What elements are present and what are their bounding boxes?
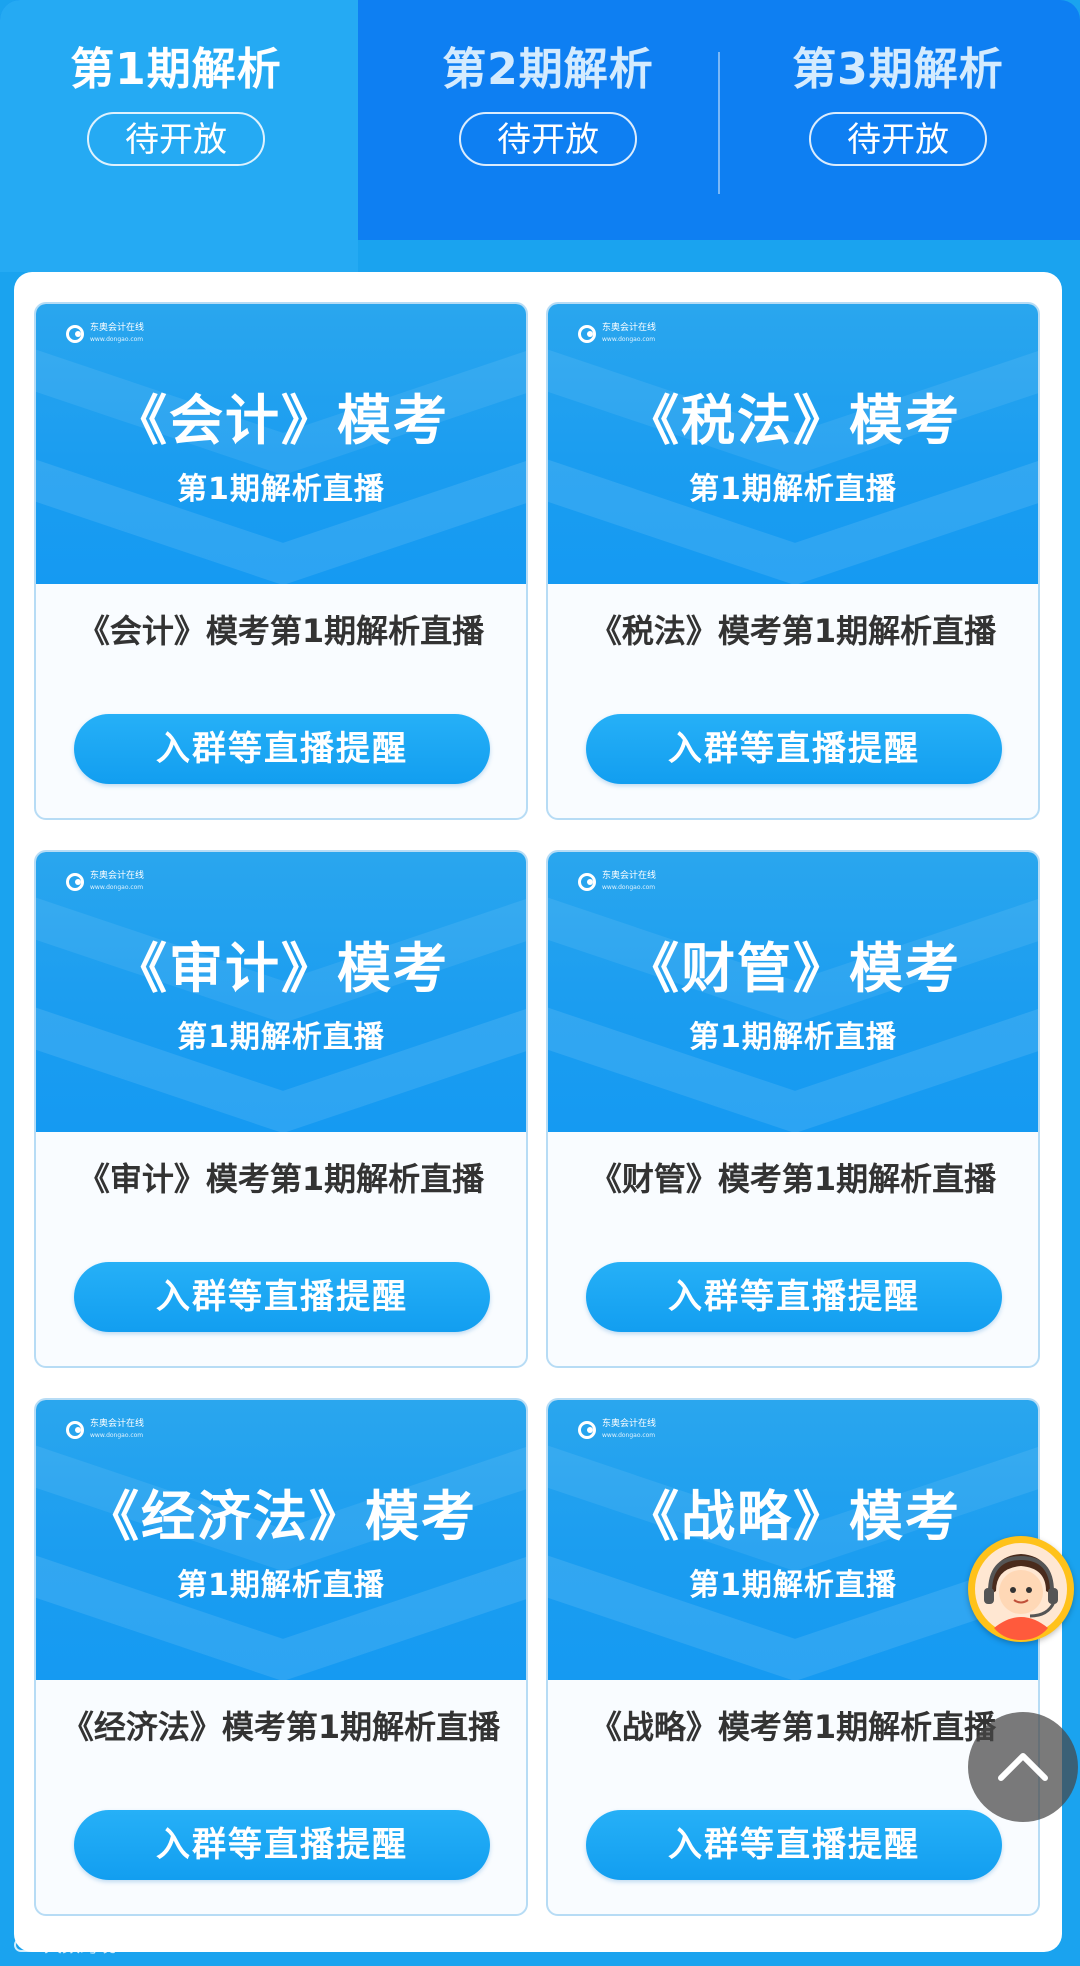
course-title: 《战略》模考第1期解析直播 — [589, 1708, 997, 1746]
page-frame: 第1期解析 待开放 第2期解析 待开放 第3期解析 待开放 东奥会计在线 www.… — [0, 0, 1080, 1966]
course-banner[interactable]: 东奥会计在线 www.dongao.com 《经济法》模考 第1期解析直播 — [36, 1400, 526, 1680]
brand-logo: 东奥会计在线 www.dongao.com — [66, 1418, 144, 1442]
join-group-button[interactable]: 入群等直播提醒 — [586, 1810, 1002, 1880]
tab-period-2[interactable]: 第2期解析 待开放 — [378, 40, 718, 190]
brand-logo: 东奥会计在线 www.dongao.com — [66, 322, 144, 346]
course-title: 《税法》模考第1期解析直播 — [589, 612, 997, 650]
join-group-button[interactable]: 入群等直播提醒 — [74, 1810, 490, 1880]
banner-subtitle: 第1期解析直播 — [177, 1020, 385, 1055]
banner-subtitle: 第1期解析直播 — [177, 472, 385, 507]
logo-url: www.dongao.com — [90, 1432, 144, 1439]
course-title: 《会计》模考第1期解析直播 — [77, 612, 485, 650]
logo-url: www.dongao.com — [90, 336, 144, 343]
customer-service-icon — [975, 1543, 1067, 1640]
banner-title: 《税法》模考 — [625, 389, 961, 452]
logo-name: 东奥会计在线 — [90, 1419, 145, 1429]
back-to-top-button[interactable] — [968, 1712, 1078, 1822]
brand-logo: 东奥会计在线 www.dongao.com — [578, 322, 656, 346]
customer-service-button[interactable] — [968, 1536, 1074, 1642]
brand-logo: 东奥会计在线 www.dongao.com — [578, 870, 656, 894]
course-banner[interactable]: 东奥会计在线 www.dongao.com 《税法》模考 第1期解析直播 — [548, 304, 1038, 584]
watermark-text: 大数跨境 — [44, 1936, 116, 1957]
logo-icon — [578, 873, 596, 891]
logo-name: 东奥会计在线 — [602, 871, 657, 881]
banner-title: 《战略》模考 — [625, 1485, 961, 1548]
course-card[interactable]: 东奥会计在线 www.dongao.com 《审计》模考 第1期解析直播 《审计》… — [34, 850, 528, 1368]
banner-title: 《会计》模考 — [113, 389, 449, 452]
brand-logo: 东奥会计在线 www.dongao.com — [578, 1418, 656, 1442]
logo-icon — [578, 1421, 596, 1439]
logo-name: 东奥会计在线 — [602, 1419, 657, 1429]
tab-period-1[interactable]: 第1期解析 待开放 — [6, 40, 346, 190]
course-banner[interactable]: 东奥会计在线 www.dongao.com 《战略》模考 第1期解析直播 — [548, 1400, 1038, 1680]
join-group-button[interactable]: 入群等直播提醒 — [74, 714, 490, 784]
watermark-icon — [14, 1938, 38, 1952]
course-title: 《经济法》模考第1期解析直播 — [61, 1708, 501, 1746]
banner-subtitle: 第1期解析直播 — [689, 1568, 897, 1603]
logo-name: 东奥会计在线 — [90, 871, 145, 881]
banner-subtitle: 第1期解析直播 — [689, 472, 897, 507]
course-panel: 东奥会计在线 www.dongao.com 《会计》模考 第1期解析直播 《会计》… — [14, 272, 1062, 1952]
tab-divider — [718, 52, 720, 194]
banner-title: 《财管》模考 — [625, 937, 961, 1000]
course-title: 《审计》模考第1期解析直播 — [77, 1160, 485, 1198]
course-card[interactable]: 东奥会计在线 www.dongao.com 《税法》模考 第1期解析直播 《税法》… — [546, 302, 1040, 820]
tab-status-badge: 待开放 — [87, 112, 265, 166]
course-card[interactable]: 东奥会计在线 www.dongao.com 《财管》模考 第1期解析直播 《财管》… — [546, 850, 1040, 1368]
banner-title: 《经济法》模考 — [85, 1485, 477, 1548]
chevron-up-icon — [998, 1753, 1048, 1781]
banner-title: 《审计》模考 — [113, 937, 449, 1000]
tab-title: 第1期解析 — [70, 44, 282, 95]
tab-period-3[interactable]: 第3期解析 待开放 — [728, 40, 1068, 190]
logo-url: www.dongao.com — [602, 884, 656, 891]
logo-url: www.dongao.com — [602, 336, 656, 343]
watermark: 大数跨境 — [14, 1932, 116, 1958]
tab-title: 第3期解析 — [792, 44, 1004, 95]
course-card[interactable]: 东奥会计在线 www.dongao.com 《经济法》模考 第1期解析直播 《经济… — [34, 1398, 528, 1916]
course-banner[interactable]: 东奥会计在线 www.dongao.com 《审计》模考 第1期解析直播 — [36, 852, 526, 1132]
tab-status-badge: 待开放 — [459, 112, 637, 166]
banner-subtitle: 第1期解析直播 — [689, 1020, 897, 1055]
logo-url: www.dongao.com — [90, 884, 144, 891]
join-group-button[interactable]: 入群等直播提醒 — [586, 714, 1002, 784]
course-card[interactable]: 东奥会计在线 www.dongao.com 《战略》模考 第1期解析直播 《战略》… — [546, 1398, 1040, 1916]
course-title: 《财管》模考第1期解析直播 — [589, 1160, 997, 1198]
logo-name: 东奥会计在线 — [90, 323, 145, 333]
logo-icon — [66, 873, 84, 891]
course-card[interactable]: 东奥会计在线 www.dongao.com 《会计》模考 第1期解析直播 《会计》… — [34, 302, 528, 820]
brand-logo: 东奥会计在线 www.dongao.com — [66, 870, 144, 894]
banner-subtitle: 第1期解析直播 — [177, 1568, 385, 1603]
logo-url: www.dongao.com — [602, 1432, 656, 1439]
logo-icon — [578, 325, 596, 343]
logo-icon — [66, 325, 84, 343]
tab-title: 第2期解析 — [442, 44, 654, 95]
course-banner[interactable]: 东奥会计在线 www.dongao.com 《财管》模考 第1期解析直播 — [548, 852, 1038, 1132]
join-group-button[interactable]: 入群等直播提醒 — [586, 1262, 1002, 1332]
course-banner[interactable]: 东奥会计在线 www.dongao.com 《会计》模考 第1期解析直播 — [36, 304, 526, 584]
logo-name: 东奥会计在线 — [602, 323, 657, 333]
tab-status-badge: 待开放 — [809, 112, 987, 166]
logo-icon — [66, 1421, 84, 1439]
join-group-button[interactable]: 入群等直播提醒 — [74, 1262, 490, 1332]
